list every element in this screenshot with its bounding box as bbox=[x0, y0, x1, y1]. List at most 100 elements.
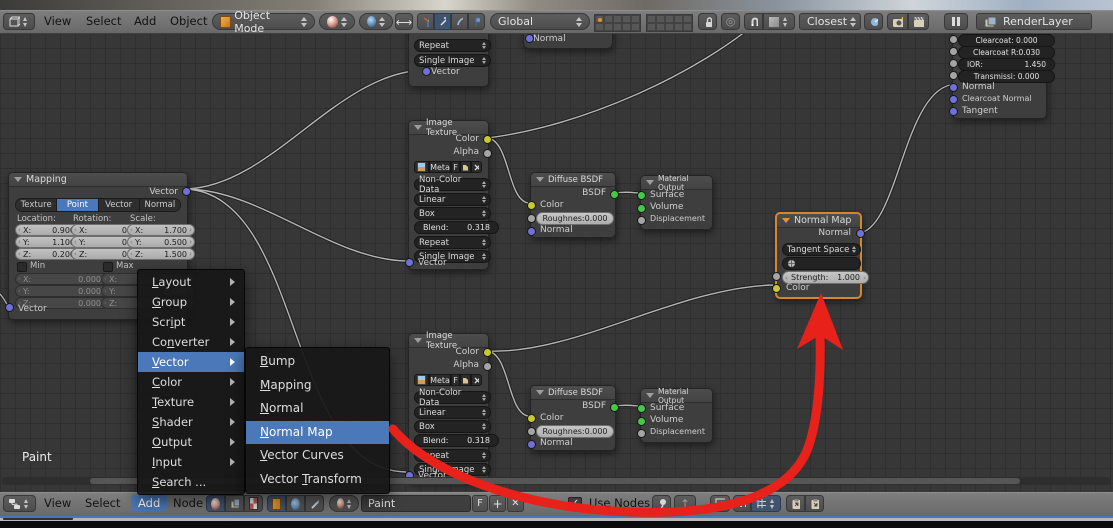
roughness-slider[interactable]: Roughnes:0.000 bbox=[536, 425, 614, 438]
input-socket-displacement[interactable] bbox=[637, 216, 646, 225]
roughness-slider[interactable]: Roughnes:0.000 bbox=[536, 212, 614, 225]
go-to-parent-button[interactable]: ↑ bbox=[674, 495, 696, 512]
pivot-dropdown[interactable] bbox=[359, 13, 393, 30]
input-socket-normal[interactable] bbox=[949, 83, 958, 92]
node-principled-partial[interactable]: Clearcoat: 0.000 Clearcoat R:0.030 IOR:1… bbox=[949, 24, 1055, 119]
scale-y-field[interactable]: Y:0.500 bbox=[127, 236, 195, 248]
output-socket-alpha[interactable] bbox=[483, 149, 492, 158]
material-name-field[interactable]: Paint bbox=[361, 495, 471, 512]
shader-nodes-button[interactable] bbox=[206, 495, 225, 512]
backdrop-button[interactable] bbox=[710, 495, 730, 512]
snap-element-button[interactable] bbox=[763, 13, 795, 30]
menu-item-script[interactable]: Script bbox=[138, 312, 244, 332]
node-normal-map[interactable]: Normal Map Normal Tangent Space Strength… bbox=[772, 212, 869, 299]
scale-z-field[interactable]: Z:1.500 bbox=[127, 248, 195, 260]
fake-user-button[interactable]: F bbox=[451, 161, 460, 173]
render-layer-dropdown[interactable]: RenderLayer bbox=[976, 13, 1092, 30]
colorspace-dropdown[interactable]: Non-Color Data bbox=[414, 175, 491, 195]
extension-dropdown[interactable]: Repeat bbox=[414, 39, 491, 52]
world-shader-button[interactable] bbox=[286, 495, 305, 512]
lock-button[interactable] bbox=[698, 13, 717, 30]
node-material-output-2[interactable]: Material Output Surface Volume Displacem… bbox=[637, 387, 713, 443]
input-socket-normal[interactable] bbox=[527, 227, 536, 236]
min-x-field[interactable]: X:0.000 bbox=[15, 273, 109, 285]
pause-button[interactable] bbox=[944, 13, 968, 30]
pin-button[interactable] bbox=[652, 495, 671, 512]
scale-x-field[interactable]: X:1.700 bbox=[127, 224, 195, 236]
output-socket-normal[interactable] bbox=[856, 229, 865, 238]
input-socket-normal[interactable] bbox=[525, 34, 534, 43]
input-socket-clearcoat[interactable] bbox=[949, 35, 958, 44]
collapse-icon[interactable] bbox=[414, 338, 422, 343]
input-socket-volume[interactable] bbox=[637, 417, 646, 426]
interpolation-dropdown[interactable]: Linear bbox=[414, 193, 491, 206]
input-socket-ior[interactable] bbox=[949, 59, 958, 68]
input-socket-vector[interactable] bbox=[422, 67, 431, 76]
menu-add[interactable]: Add bbox=[134, 14, 156, 28]
texture-nodes-button[interactable] bbox=[244, 495, 263, 512]
blend-slider[interactable]: Blend: 0.318 bbox=[414, 221, 499, 234]
editor-type-button[interactable] bbox=[3, 495, 36, 512]
node-header[interactable]: Diffuse BSDF bbox=[531, 173, 615, 187]
menu-view[interactable]: View bbox=[44, 496, 71, 510]
min-y-field[interactable]: Y:0.000 bbox=[15, 285, 109, 297]
tab-point[interactable]: Point bbox=[57, 199, 99, 211]
open-image-button[interactable] bbox=[460, 161, 471, 173]
node-material-output-1[interactable]: Material Output Surface Volume Displacem… bbox=[637, 174, 713, 230]
menu-add[interactable]: Add bbox=[131, 495, 168, 511]
input-socket-vector[interactable] bbox=[405, 258, 414, 267]
snap-toggle-button[interactable] bbox=[733, 495, 751, 512]
collapse-icon[interactable] bbox=[14, 177, 22, 182]
blend-slider[interactable]: Blend: 0.318 bbox=[414, 434, 499, 447]
menu-item-layout[interactable]: Layout bbox=[138, 272, 244, 292]
node-image-texture-2[interactable]: Image Texture Color Alpha Meta F Non-Col… bbox=[405, 331, 499, 483]
input-socket-transmission[interactable] bbox=[949, 71, 958, 80]
menu-select[interactable]: Select bbox=[86, 14, 121, 28]
node-header[interactable]: Diffuse BSDF bbox=[531, 386, 615, 400]
node-header[interactable]: Image Texture bbox=[409, 331, 488, 351]
image-browse-button[interactable] bbox=[414, 161, 429, 173]
menu-select[interactable]: Select bbox=[85, 496, 120, 510]
mode-dropdown[interactable]: Object Mode bbox=[212, 9, 315, 35]
snap-toggle-button[interactable] bbox=[744, 13, 763, 30]
image-name-field[interactable]: Meta bbox=[429, 161, 451, 173]
vector-type-tabs[interactable]: Texture Point Vector Normal bbox=[15, 198, 181, 212]
material-browse-dropdown[interactable] bbox=[329, 495, 359, 512]
source-dropdown[interactable]: Single Image bbox=[414, 54, 491, 67]
manipulator-scale-button[interactable] bbox=[451, 13, 468, 30]
open-image-button[interactable] bbox=[460, 374, 471, 386]
collapse-icon[interactable] bbox=[414, 125, 422, 130]
proportional-edit-button[interactable]: ◎ bbox=[721, 13, 740, 30]
layers-grid-2[interactable] bbox=[646, 14, 693, 32]
uv-map-field[interactable] bbox=[782, 257, 861, 270]
input-socket-clearcoat-normal[interactable] bbox=[949, 95, 958, 104]
input-socket-color[interactable] bbox=[527, 414, 536, 423]
compositing-nodes-button[interactable] bbox=[225, 495, 244, 512]
menu-item-input[interactable]: Input bbox=[138, 452, 244, 472]
fake-user-button[interactable]: F bbox=[451, 374, 460, 386]
max-checkbox[interactable] bbox=[103, 262, 113, 272]
new-material-button[interactable]: + bbox=[489, 495, 506, 512]
collapse-icon[interactable] bbox=[782, 218, 790, 223]
fake-user-button[interactable]: F bbox=[472, 495, 488, 512]
collapse-icon[interactable] bbox=[646, 180, 654, 185]
image-name-field[interactable]: Meta bbox=[429, 374, 451, 386]
unlink-image-button[interactable] bbox=[471, 161, 482, 173]
layers-grid-1[interactable] bbox=[594, 14, 641, 32]
output-socket-bsdf[interactable] bbox=[610, 403, 619, 412]
copy-nodes-button[interactable] bbox=[786, 495, 805, 512]
input-socket-strength[interactable] bbox=[772, 272, 781, 281]
snap-target-button[interactable] bbox=[864, 13, 883, 30]
node-header[interactable]: Normal Map bbox=[777, 214, 860, 228]
menu-node[interactable]: Node bbox=[173, 496, 203, 510]
snap-node-element-button[interactable] bbox=[751, 495, 781, 512]
input-socket-vector[interactable] bbox=[5, 303, 14, 312]
manipulator-extra-button[interactable] bbox=[468, 13, 485, 30]
menu-item-search[interactable]: Search ... bbox=[138, 472, 244, 492]
collapse-icon[interactable] bbox=[536, 390, 544, 395]
input-socket-surface[interactable] bbox=[637, 191, 646, 200]
input-socket-clearcoat-roughness[interactable] bbox=[949, 47, 958, 56]
manipulator-translate-button[interactable] bbox=[417, 13, 434, 30]
menu-item-color[interactable]: Color bbox=[138, 372, 244, 392]
submenu-item-vector-transform[interactable]: Vector Transform bbox=[246, 468, 389, 492]
